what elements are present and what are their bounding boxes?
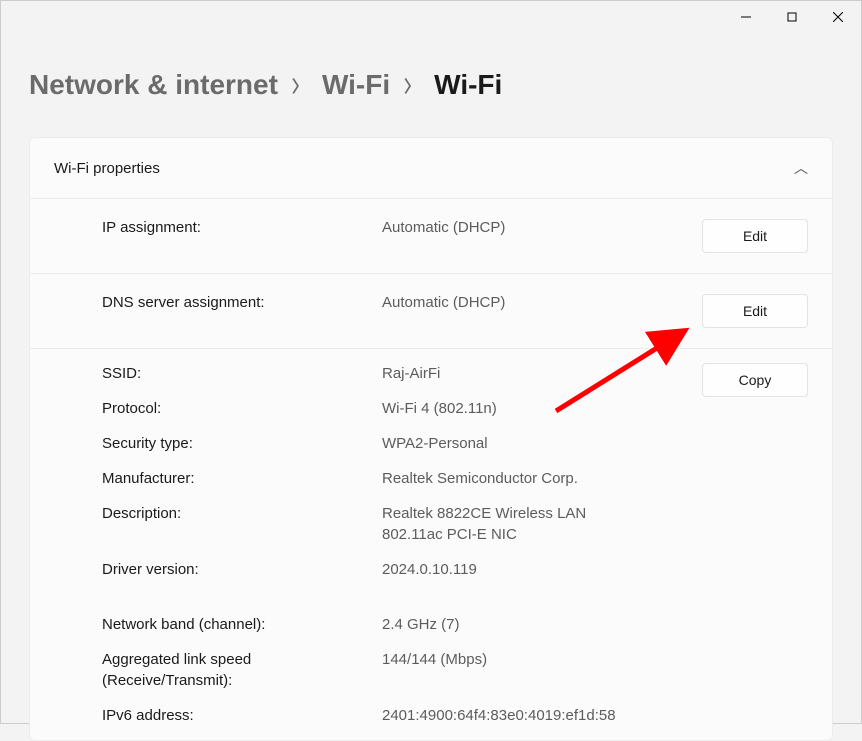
link-speed-label: Aggregated link speed (Receive/Transmit)… bbox=[102, 649, 382, 691]
driver-value: 2024.0.10.119 bbox=[382, 559, 602, 580]
security-value: WPA2-Personal bbox=[382, 433, 602, 454]
ip-assignment-label: IP assignment: bbox=[102, 219, 382, 236]
chevron-up-icon: ︿ bbox=[794, 158, 808, 178]
edit-ip-button[interactable]: Edit bbox=[702, 219, 808, 253]
ssid-value: Raj-AirFi bbox=[382, 363, 602, 384]
protocol-value: Wi-Fi 4 (802.11n) bbox=[382, 398, 602, 419]
copy-button[interactable]: Copy bbox=[702, 363, 808, 397]
ssid-label: SSID: bbox=[102, 363, 382, 384]
ipv6-value: 2401:4900:64f4:83e0:4019:ef1d:58 bbox=[382, 705, 602, 726]
dns-assignment-label: DNS server assignment: bbox=[102, 294, 382, 311]
breadcrumb-wifi[interactable]: Wi-Fi bbox=[322, 69, 390, 101]
panel-header-toggle[interactable]: Wi-Fi properties ︿ bbox=[30, 138, 832, 199]
breadcrumb-network[interactable]: Network & internet bbox=[29, 69, 278, 101]
chevron-right-icon: 〉 bbox=[292, 73, 308, 97]
window-titlebar bbox=[1, 1, 861, 33]
ip-assignment-value: Automatic (DHCP) bbox=[382, 219, 688, 236]
description-label: Description: bbox=[102, 503, 382, 524]
band-value: 2.4 GHz (7) bbox=[382, 614, 602, 635]
wifi-properties-panel: Wi-Fi properties ︿ IP assignment: Automa… bbox=[29, 137, 833, 741]
minimize-button[interactable] bbox=[723, 1, 769, 33]
ipv6-label: IPv6 address: bbox=[102, 705, 382, 726]
dns-assignment-row: DNS server assignment: Automatic (DHCP) … bbox=[30, 274, 832, 349]
dns-assignment-value: Automatic (DHCP) bbox=[382, 294, 688, 311]
description-value: Realtek 8822CE Wireless LAN 802.11ac PCI… bbox=[382, 503, 602, 545]
security-label: Security type: bbox=[102, 433, 382, 454]
manufacturer-value: Realtek Semiconductor Corp. bbox=[382, 468, 602, 489]
driver-label: Driver version: bbox=[102, 559, 382, 580]
maximize-button[interactable] bbox=[769, 1, 815, 33]
edit-dns-button[interactable]: Edit bbox=[702, 294, 808, 328]
panel-title: Wi-Fi properties bbox=[54, 160, 160, 177]
details-block: Copy SSID: Raj-AirFi Protocol: Wi-Fi 4 (… bbox=[30, 349, 832, 726]
breadcrumb: Network & internet 〉 Wi-Fi 〉 Wi-Fi bbox=[29, 69, 833, 101]
ip-assignment-row: IP assignment: Automatic (DHCP) Edit bbox=[30, 199, 832, 274]
link-speed-value: 144/144 (Mbps) bbox=[382, 649, 602, 670]
close-button[interactable] bbox=[815, 1, 861, 33]
chevron-right-icon: 〉 bbox=[404, 73, 420, 97]
protocol-label: Protocol: bbox=[102, 398, 382, 419]
band-label: Network band (channel): bbox=[102, 614, 382, 635]
breadcrumb-current: Wi-Fi bbox=[434, 69, 502, 101]
manufacturer-label: Manufacturer: bbox=[102, 468, 382, 489]
